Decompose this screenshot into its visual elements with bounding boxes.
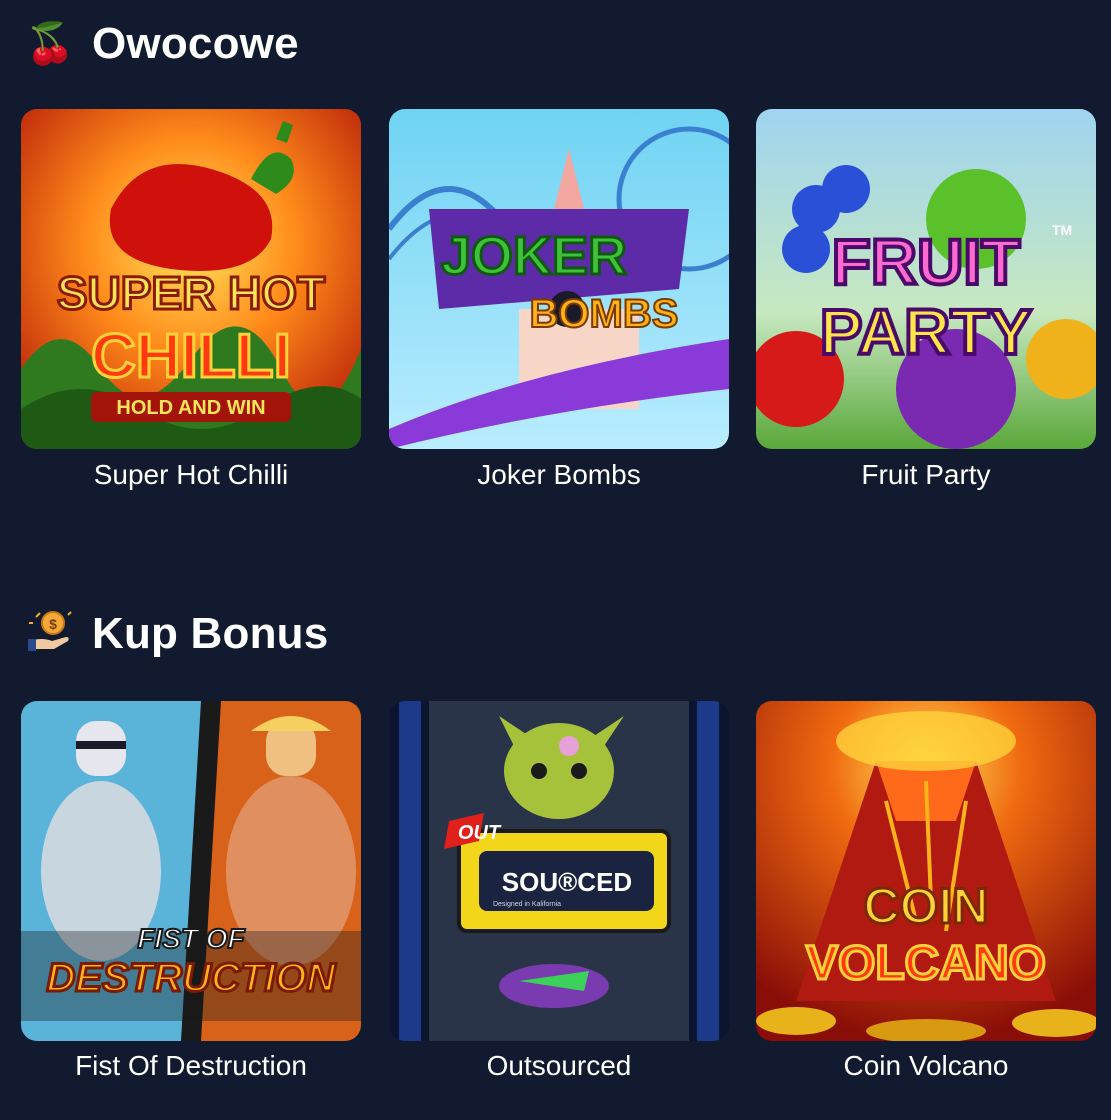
fruit-art-text: FRUIT — [832, 226, 1020, 298]
coin-art-text: COIN — [864, 878, 989, 934]
game-title-fruit-party[interactable]: Fruit Party — [756, 459, 1096, 491]
cherries-icon: 🍒 — [25, 22, 75, 66]
volcano-art-text: VOLCANO — [806, 937, 1046, 990]
coin-volcano-artwork: COIN VOLCANO — [756, 701, 1096, 1041]
section-header-kup-bonus: $ Kup Bonus — [24, 604, 328, 664]
soured-art-text: SOU®CED — [502, 867, 632, 897]
game-title-outsourced[interactable]: Outsourced — [389, 1050, 729, 1082]
game-tile-coin-volcano[interactable]: COIN VOLCANO — [756, 701, 1096, 1041]
section-title: Kup Bonus — [92, 609, 329, 658]
super-hot-chilli-artwork: SUPER HOT CHILLI HOLD AND WIN — [21, 109, 361, 449]
game-tile-outsourced[interactable]: OUT SOU®CED Designed in Kalifornia — [389, 701, 729, 1041]
game-tile-super-hot-chilli[interactable]: SUPER HOT CHILLI HOLD AND WIN — [21, 109, 361, 449]
game-tile-joker-bombs[interactable]: JOKER BOMBS — [389, 109, 729, 449]
bombs-art-text: BOMBS — [530, 292, 679, 336]
super-hot-art-text: SUPER HOT — [57, 267, 325, 319]
section-header-owocowe: 🍒 Owocowe — [24, 14, 299, 74]
designed-in-art-text: Designed in Kalifornia — [493, 901, 561, 908]
joker-art-text: JOKER — [441, 226, 627, 286]
game-tile-fruit-party[interactable]: FRUIT PARTY TM — [756, 109, 1096, 449]
game-title-fist-of-destruction[interactable]: Fist Of Destruction — [21, 1050, 361, 1082]
game-title-coin-volcano[interactable]: Coin Volcano — [756, 1050, 1096, 1082]
party-art-text: PARTY — [820, 296, 1032, 368]
game-title-super-hot-chilli[interactable]: Super Hot Chilli — [21, 459, 361, 491]
out-art-text: OUT — [458, 822, 502, 844]
fist-of-destruction-artwork: FIST OF DESTRUCTION — [21, 701, 361, 1041]
fruit-party-artwork: FRUIT PARTY TM — [756, 109, 1096, 449]
outsourced-artwork: OUT SOU®CED Designed in Kalifornia — [389, 701, 729, 1041]
chilli-art-text: CHILLI — [91, 322, 291, 391]
svg-text:$: $ — [49, 616, 57, 632]
section-title: Owocowe — [92, 19, 299, 68]
joker-bombs-artwork: JOKER BOMBS — [389, 109, 729, 449]
hold-and-win-art-text: HOLD AND WIN — [116, 397, 265, 419]
game-title-joker-bombs[interactable]: Joker Bombs — [389, 459, 729, 491]
game-tile-fist-of-destruction[interactable]: FIST OF DESTRUCTION — [21, 701, 361, 1041]
fist-of-art-text: FIST OF — [137, 923, 245, 954]
destruction-art-text: DESTRUCTION — [47, 956, 337, 1000]
trademark-art-text: TM — [1052, 222, 1072, 238]
hand-coin-icon: $ — [24, 607, 76, 662]
